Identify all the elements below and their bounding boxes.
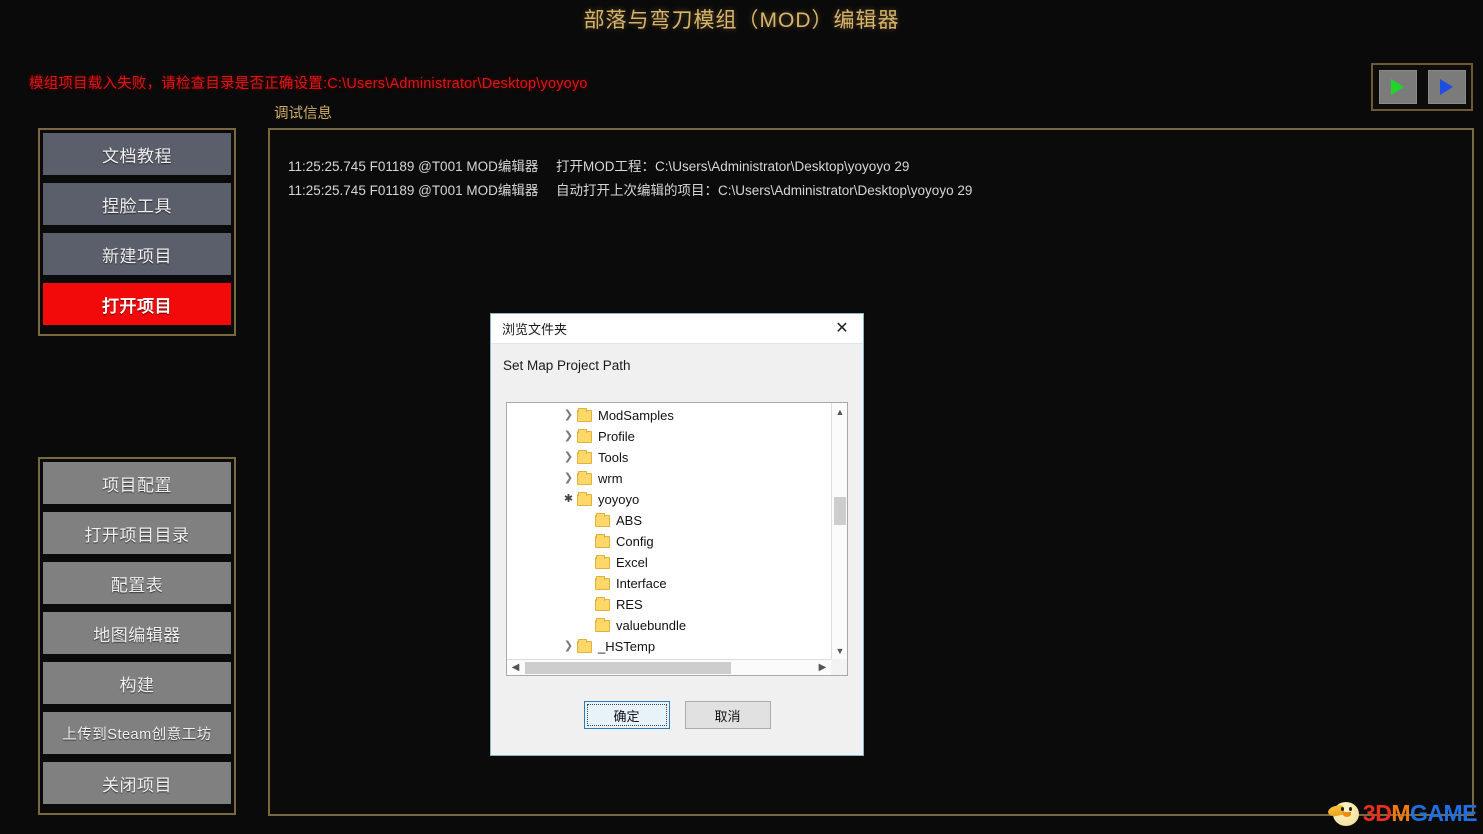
sidebar-item-upload-steam-workshop[interactable]: 上传到Steam创意工坊 bbox=[43, 712, 231, 754]
debug-run-button[interactable] bbox=[1427, 70, 1466, 104]
sidebar-item-close-project[interactable]: 关闭项目 bbox=[43, 762, 231, 804]
tree-item-label: Tools bbox=[598, 450, 629, 465]
bird-eye-right bbox=[1348, 807, 1352, 811]
bird-eye-left bbox=[1340, 807, 1344, 811]
horizontal-scrollbar[interactable]: ◀ ▶ bbox=[507, 659, 831, 675]
play-icon-blue bbox=[1440, 79, 1453, 95]
chevron-right-icon[interactable]: ❯ bbox=[560, 410, 577, 421]
tree-item[interactable]: ✱ yoyoyo bbox=[507, 489, 831, 510]
tree-item[interactable]: valuebundle bbox=[507, 615, 831, 636]
folder-icon bbox=[595, 533, 610, 548]
bird-beak bbox=[1342, 812, 1351, 817]
bird-mascot-icon bbox=[1327, 798, 1362, 828]
watermark: 3D M GAME bbox=[1327, 796, 1478, 830]
sidebar-item-build[interactable]: 构建 bbox=[43, 662, 231, 704]
chevron-down-icon[interactable]: ✱ bbox=[560, 494, 577, 505]
dialog-title: 浏览文件夹 bbox=[502, 322, 568, 337]
sidebar-item-open-project[interactable]: 打开项目 bbox=[43, 283, 231, 325]
watermark-text-m: M bbox=[1391, 799, 1410, 826]
folder-icon bbox=[577, 449, 592, 464]
error-message: 模组项目载入失败，请检查目录是否正确设置:C:\Users\Administra… bbox=[29, 76, 588, 92]
tree-item-label: yoyoyo bbox=[598, 492, 640, 507]
log-row: 11:25:25.745 F01189 @T001 MOD编辑器 自动打开上次编… bbox=[288, 179, 1472, 199]
debug-info-label: 调试信息 bbox=[274, 106, 332, 122]
sidebar-item-project-config[interactable]: 项目配置 bbox=[43, 462, 231, 504]
log-row: 11:25:25.745 F01189 @T001 MOD编辑器 打开MOD工程… bbox=[288, 155, 1472, 175]
log-timestamp: 11:25:25.745 F01189 @T001 MOD编辑器 bbox=[288, 159, 539, 174]
chevron-right-icon[interactable]: ❯ bbox=[560, 473, 577, 484]
tree-item[interactable]: ❯ ModSamples bbox=[507, 405, 831, 426]
app-window: 部落与弯刀模组（MOD）编辑器 模组项目载入失败，请检查目录是否正确设置:C:\… bbox=[0, 0, 1483, 834]
chevron-right-icon[interactable]: ❯ bbox=[560, 431, 577, 442]
tree-item[interactable]: ❯ wrm bbox=[507, 468, 831, 489]
tree-item[interactable]: ABS bbox=[507, 510, 831, 531]
tree-item[interactable]: Excel bbox=[507, 552, 831, 573]
folder-icon bbox=[595, 617, 610, 632]
tree-item-label: Config bbox=[616, 534, 654, 549]
watermark-text-3d: 3D bbox=[1362, 799, 1392, 826]
close-icon[interactable]: ✕ bbox=[821, 314, 863, 344]
tree-item-label: valuebundle bbox=[616, 618, 687, 633]
sidebar-item-docs[interactable]: 文档教程 bbox=[43, 133, 231, 175]
sidebar-item-face-tool[interactable]: 捏脸工具 bbox=[43, 183, 231, 225]
folder-icon bbox=[595, 596, 610, 611]
scrollbar-corner bbox=[831, 659, 847, 675]
tree-item[interactable]: RES bbox=[507, 594, 831, 615]
tree-item[interactable]: ❯ _HSTemp bbox=[507, 636, 831, 657]
dialog-titlebar: 浏览文件夹 ✕ bbox=[491, 314, 863, 344]
dialog-instruction: Set Map Project Path bbox=[503, 358, 631, 373]
tree-item[interactable]: ❯ Profile bbox=[507, 426, 831, 447]
log-timestamp: 11:25:25.745 F01189 @T001 MOD编辑器 bbox=[288, 183, 539, 198]
folder-icon bbox=[577, 638, 592, 653]
folder-tree[interactable]: ❯ ModSamples ❯ Profile ❯ Tools ❯ wrm ✱ y… bbox=[506, 402, 848, 676]
transport-toolbar bbox=[1371, 63, 1473, 111]
folder-icon bbox=[577, 407, 592, 422]
tree-item-label: Excel bbox=[616, 555, 648, 570]
cancel-button[interactable]: 取消 bbox=[684, 701, 771, 729]
log-message: 打开MOD工程：C:\Users\Administrator\Desktop\y… bbox=[556, 159, 910, 174]
watermark-text-game: GAME bbox=[1410, 799, 1478, 826]
log-message: 自动打开上次编辑的项目：C:\Users\Administrator\Deskt… bbox=[556, 183, 973, 198]
folder-icon bbox=[595, 575, 610, 590]
log-list: 11:25:25.745 F01189 @T001 MOD编辑器 打开MOD工程… bbox=[270, 130, 1472, 199]
vertical-scrollbar[interactable]: ▲ ▼ bbox=[831, 403, 847, 659]
tree-item[interactable]: Config bbox=[507, 531, 831, 552]
tree-item-label: RES bbox=[616, 597, 643, 612]
chevron-left-icon[interactable]: ◀ bbox=[507, 660, 524, 676]
folder-tree-items: ❯ ModSamples ❯ Profile ❯ Tools ❯ wrm ✱ y… bbox=[507, 403, 831, 659]
run-button[interactable] bbox=[1378, 70, 1417, 104]
tree-item-label: ABS bbox=[616, 513, 643, 528]
folder-icon bbox=[595, 554, 610, 569]
ok-button[interactable]: 确定 bbox=[583, 701, 670, 729]
chevron-right-icon[interactable]: ▶ bbox=[814, 660, 831, 676]
tree-item-label: ModSamples bbox=[598, 408, 674, 423]
horizontal-scrollbar-thumb[interactable] bbox=[525, 661, 731, 674]
sidebar-panel-top: 文档教程 捏脸工具 新建项目 打开项目 bbox=[38, 128, 236, 336]
folder-icon bbox=[595, 512, 610, 527]
browse-folder-dialog: 浏览文件夹 ✕ Set Map Project Path ❯ ModSample… bbox=[490, 313, 864, 756]
folder-icon bbox=[577, 428, 592, 443]
sidebar-item-map-editor[interactable]: 地图编辑器 bbox=[43, 612, 231, 654]
chevron-right-icon[interactable]: ❯ bbox=[560, 452, 577, 463]
tree-item-label: Profile bbox=[598, 429, 635, 444]
page-title: 部落与弯刀模组（MOD）编辑器 bbox=[583, 9, 900, 32]
sidebar-item-new-project[interactable]: 新建项目 bbox=[43, 233, 231, 275]
tree-item[interactable]: ❯ Tools bbox=[507, 447, 831, 468]
chevron-right-icon[interactable]: ❯ bbox=[560, 641, 577, 652]
tree-item[interactable]: Interface bbox=[507, 573, 831, 594]
folder-icon bbox=[577, 491, 592, 506]
dialog-button-row: 确定 取消 bbox=[491, 701, 863, 729]
sidebar-panel-bottom: 项目配置 打开项目目录 配置表 地图编辑器 构建 上传到Steam创意工坊 关闭… bbox=[38, 457, 236, 815]
vertical-scrollbar-thumb[interactable] bbox=[834, 497, 846, 525]
chevron-down-icon[interactable]: ▼ bbox=[832, 642, 847, 659]
tree-item-label: Interface bbox=[616, 576, 667, 591]
tree-item-label: _HSTemp bbox=[598, 639, 656, 654]
chevron-up-icon[interactable]: ▲ bbox=[832, 403, 847, 420]
sidebar-item-config-table[interactable]: 配置表 bbox=[43, 562, 231, 604]
folder-icon bbox=[577, 470, 592, 485]
play-icon-green bbox=[1391, 79, 1404, 95]
tree-item-label: wrm bbox=[598, 471, 623, 486]
sidebar-item-open-project-dir[interactable]: 打开项目目录 bbox=[43, 512, 231, 554]
debug-log-panel: 11:25:25.745 F01189 @T001 MOD编辑器 打开MOD工程… bbox=[268, 128, 1474, 816]
